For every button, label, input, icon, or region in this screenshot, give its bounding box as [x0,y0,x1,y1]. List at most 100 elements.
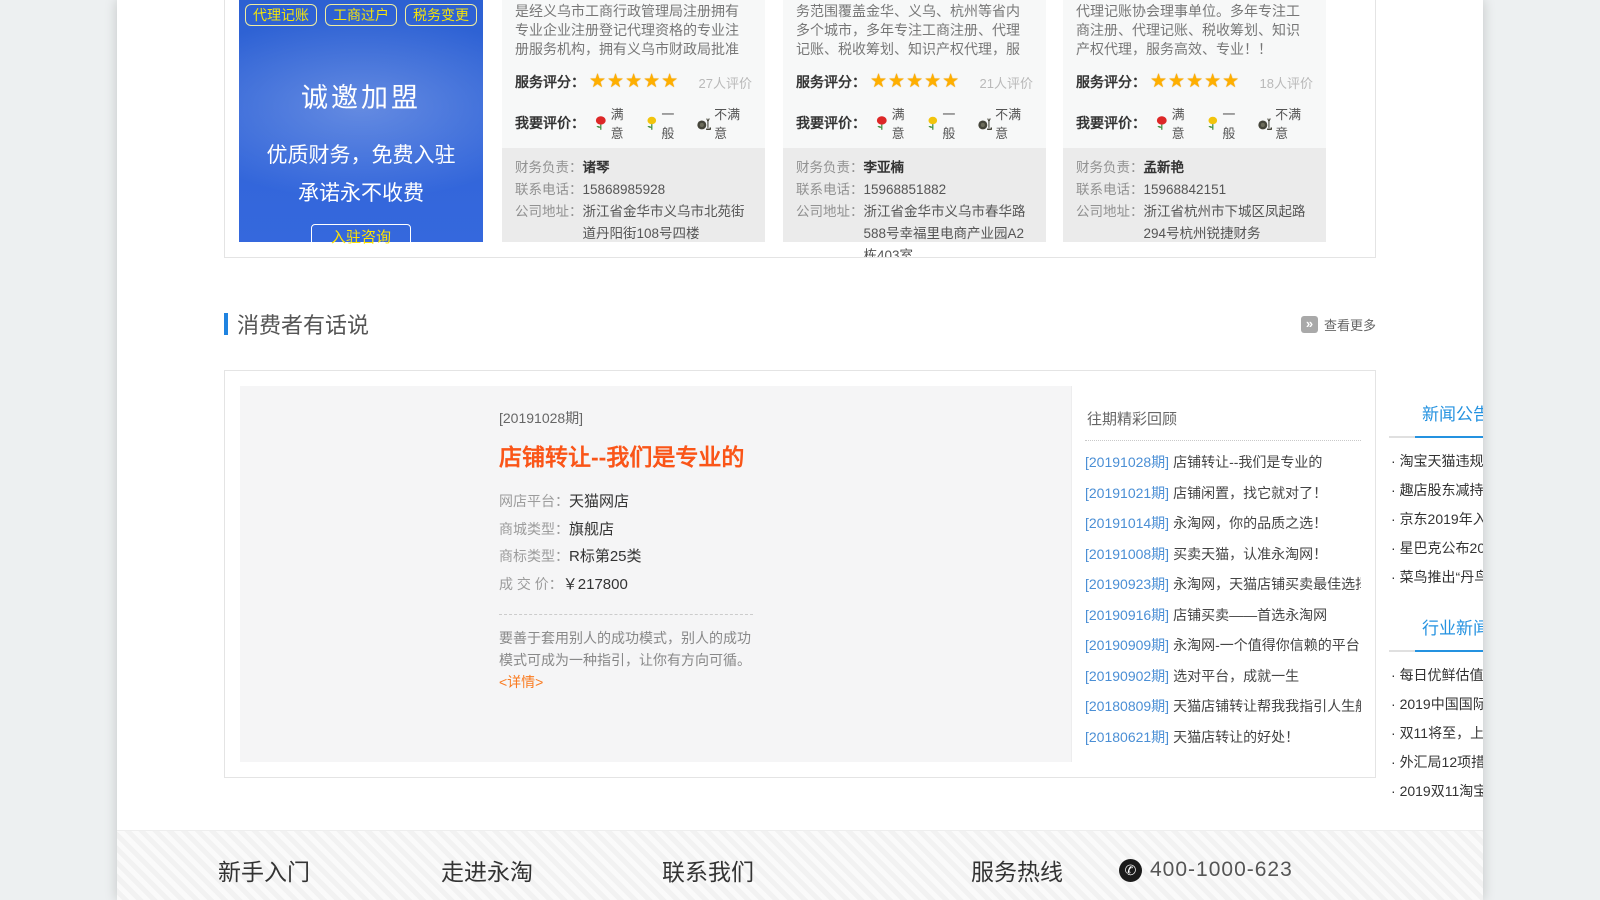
promo-tag-tax-change: 税务变更 [405,4,477,26]
rate-good-button[interactable]: 满意 [594,104,636,142]
promo-title: 诚邀加盟 [239,76,483,115]
list-item[interactable]: 外汇局12项措施助力贸易投资便利化 [1391,748,1483,777]
phone-number: 15968851882 [864,179,947,201]
address-value: 浙江省杭州市下城区凤起路294号杭州锐捷财务 [1144,201,1314,245]
review-count: 21人评价 [980,73,1033,92]
news-sidebar: 更多>> 新闻公告 淘宝天猫违规被扣分后有哪些影响？ 趣店股东减持手中的股份 京… [1377,386,1483,762]
address-label: 公司地址： [796,201,864,258]
field-value: R标第25类 [569,543,642,571]
dashed-divider [499,614,753,615]
address-value: 浙江省金华市义乌市春华路588号幸福里电商产业园A2栋403室 [864,201,1034,258]
list-item[interactable]: 双11将至，上海市22家重点电商企业被 [1391,719,1483,748]
list-item[interactable]: 菜鸟推出“丹鸟”品牌 [1391,563,1483,592]
rate-good-button[interactable]: 满意 [1155,104,1197,142]
field-label: 商城类型： [499,516,569,544]
list-item[interactable]: [20191008期]买卖天猫，认准永淘网！ [1085,539,1361,570]
list-item[interactable]: 每日优鲜估值30亿美金，生鲜电商烧钱 [1391,661,1483,690]
score-label: 服务评分： [515,72,585,92]
leader-label: 财务负责： [1076,157,1144,179]
leader-name: 孟新艳 [1144,157,1185,179]
field-label: 成 交 价： [499,571,563,599]
rate-mid-button[interactable]: 一般 [1206,104,1248,142]
list-item[interactable]: [20191028期]店铺转让--我们是专业的 [1085,447,1361,478]
phone-number: 15968842151 [1144,179,1227,201]
tulip-icon [645,115,659,131]
review-count: 18人评价 [1260,73,1313,92]
list-item[interactable]: 星巴克公布2019年二季度财报 [1391,534,1483,563]
agency-intro: 代理记账协会理事单位。多年专注工商注册、代理记账、税收筹划、知识产权代理，服务高… [1076,2,1313,59]
snail-icon [696,116,712,131]
list-item[interactable]: 淘宝天猫违规被扣分后有哪些影响？ [1391,447,1483,476]
rose-icon [1155,115,1169,131]
promo-tag-bookkeeping: 代理记账 [245,4,317,26]
consumer-section-header: 消费者有话说 » 查看更多 [224,308,1376,340]
article-summary: 要善于套用别人的成功模式，别人的成功模式可成为一种指引，让你有方向可循。 <详情… [499,627,753,693]
list-item[interactable]: 2019中国国际跨境电商发展高峰论坛即 [1391,690,1483,719]
section-accent-bar [224,313,228,335]
agency-cards-section: 代理记账 工商过户 税务变更 诚邀加盟 优质财务，免费入驻 承诺永不收费 入驻咨… [224,0,1376,258]
join-promo-banner: 代理记账 工商过户 税务变更 诚邀加盟 优质财务，免费入驻 承诺永不收费 入驻咨… [239,0,483,242]
list-item[interactable]: [20180809期]天猫店铺转让帮我我指引人生航标 [1085,691,1361,722]
past-issues-panel: 往期精彩回顾 [20191028期]店铺转让--我们是专业的 [20191021… [1071,386,1377,762]
list-item[interactable]: 2019双11淘宝再次把下沉当成了救命稻 [1391,777,1483,806]
score-label: 服务评分： [1076,72,1146,92]
footer-link-contact[interactable]: 联系我们 [662,853,754,887]
agency-card: 代理记账协会理事单位。多年专注工商注册、代理记账、税收筹划、知识产权代理，服务高… [1063,0,1326,242]
promo-tags: 代理记账 工商过户 税务变更 [239,0,483,26]
list-item[interactable]: 趣店股东减持手中的股份 [1391,476,1483,505]
tab-news-announcements[interactable]: 新闻公告 [1415,400,1483,438]
field-value: 旗舰店 [569,516,614,544]
list-item[interactable]: [20190923期]永淘网，天猫店铺买卖最佳选择平 [1085,569,1361,600]
agency-intro: 务范围覆盖金华、义乌、杭州等省内多个城市，多年专注工商注册、代理记账、税收筹划、… [796,2,1033,59]
list-item[interactable]: [20190909期]永淘网-一个值得你信赖的平台 [1085,630,1361,661]
rate-label: 我要评价： [796,113,866,133]
field-value: 天猫网店 [569,488,629,516]
promo-subtitle-2: 承诺永不收费 [239,177,483,207]
join-consult-button[interactable]: 入驻咨询 [311,224,411,251]
tulip-icon [926,115,940,131]
list-item[interactable]: [20191014期]永淘网，你的品质之选！ [1085,508,1361,539]
address-value: 浙江省金华市义乌市北苑街道丹阳街108号四楼 [583,201,753,245]
phone-icon: ✆ [1119,859,1142,882]
list-item[interactable]: [20191021期]店铺闲置，找它就对了！ [1085,478,1361,509]
tab-industry-news[interactable]: 行业新闻 [1415,614,1483,652]
rose-icon [875,115,889,131]
list-item[interactable]: [20190916期]店铺买卖——首选永淘网 [1085,600,1361,631]
star-rating-icon: ★★★★★ [870,72,960,92]
page-footer: 新手入门 走进永淘 联系我们 服务热线 ✆ 400-1000-623 [117,830,1483,900]
promo-tag-transfer: 工商过户 [325,4,397,26]
rate-good-button[interactable]: 满意 [875,104,917,142]
list-item[interactable]: [20180621期]天猫店转让的好处！ [1085,722,1361,753]
agency-contact: 财务负责：孟新艳 联系电话：15968842151 公司地址：浙江省杭州市下城区… [1063,148,1326,242]
rate-bad-button[interactable]: 不满意 [696,104,752,142]
double-chevron-icon: » [1301,316,1318,333]
promo-subtitle-1: 优质财务，免费入驻 [239,139,483,169]
rate-bad-button[interactable]: 不满意 [1257,104,1313,142]
article-title[interactable]: 店铺转让--我们是专业的 [499,438,753,472]
see-more-link[interactable]: » 查看更多 [1301,315,1376,334]
rate-mid-button[interactable]: 一般 [926,104,968,142]
field-value: ￥217800 [563,571,628,599]
rate-bad-button[interactable]: 不满意 [977,104,1033,142]
list-item[interactable]: [20190902期]选对平台，成就一生 [1085,661,1361,692]
detail-link[interactable]: <详情> [499,674,543,690]
field-label: 网店平台： [499,488,569,516]
review-count: 27人评价 [699,73,752,92]
industry-news-block: 更多>> 行业新闻 每日优鲜估值30亿美金，生鲜电商烧钱 2019中国国际跨境电… [1389,592,1483,806]
footer-link-getting-started[interactable]: 新手入门 [218,853,310,887]
featured-article: [20191028期] 店铺转让--我们是专业的 网店平台：天猫网店 商城类型：… [240,386,1071,762]
rate-mid-button[interactable]: 一般 [645,104,687,142]
agency-card: 是经义乌市工商行政管理局注册拥有专业企业注册登记代理资格的专业注册服务机构，拥有… [502,0,765,242]
snail-icon [977,116,993,131]
leader-label: 财务负责： [796,157,864,179]
footer-link-about[interactable]: 走进永淘 [441,853,533,887]
star-rating-icon: ★★★★★ [1150,72,1240,92]
article-issue: [20191028期] [499,408,753,428]
leader-label: 财务负责： [515,157,583,179]
leader-name: 诸琴 [583,157,610,179]
rate-label: 我要评价： [515,113,585,133]
list-item[interactable]: 京东2019年入职潮开启 [1391,505,1483,534]
star-rating-icon: ★★★★★ [589,72,679,92]
rose-icon [594,115,608,131]
address-label: 公司地址： [1076,201,1144,245]
